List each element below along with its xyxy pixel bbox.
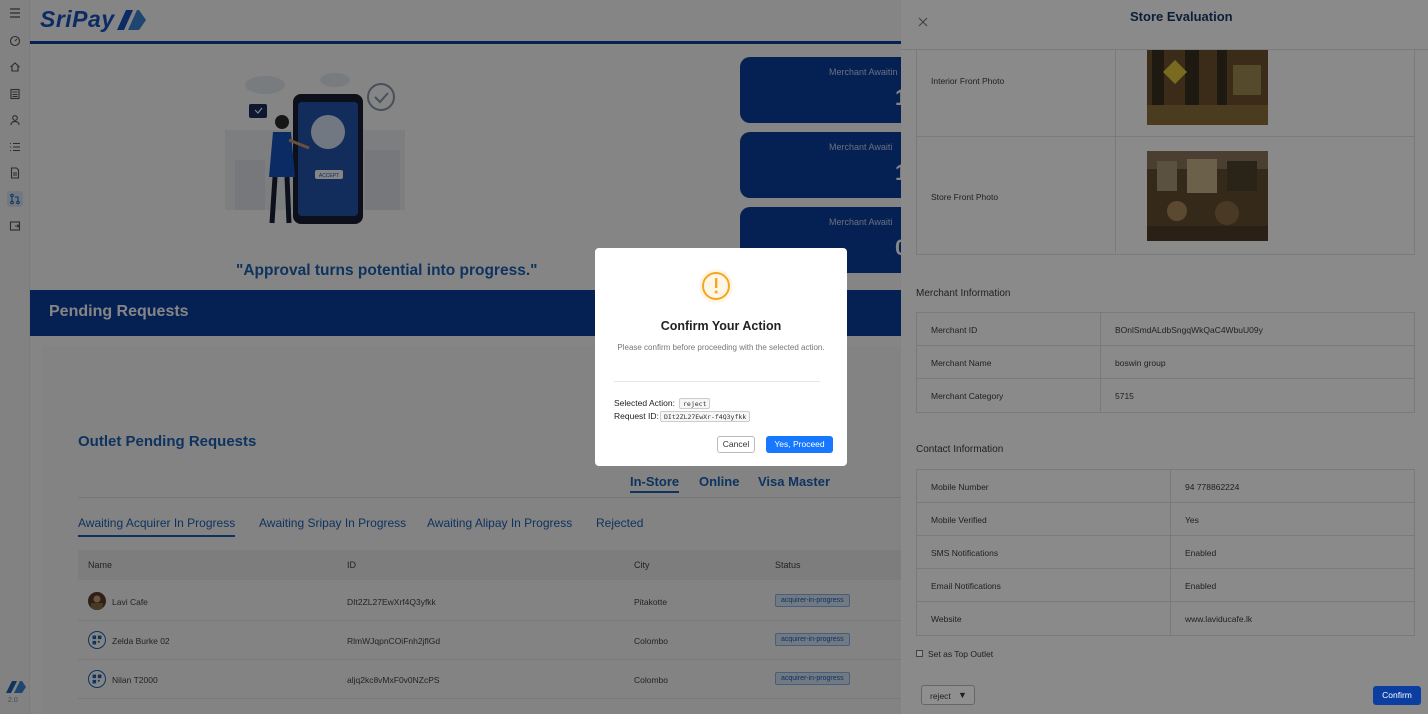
store-front-photo[interactable] [1147, 151, 1268, 241]
merchant-info-table: Merchant ID BOnlSmdALdbSngqWkQaC4WbuU09y… [916, 312, 1415, 413]
table-row: Merchant Name boswin group [917, 346, 1414, 379]
info-value: 5715 [1115, 391, 1134, 401]
info-value: boswin group [1115, 358, 1166, 368]
info-key: Merchant ID [931, 325, 978, 335]
website-link[interactable]: www.laviducafe.lk [1185, 614, 1252, 624]
drawer-header: Store Evaluation [901, 0, 1428, 50]
close-icon[interactable] [917, 16, 929, 28]
divider [614, 381, 820, 382]
request-id-value: DIt2ZL27EwXr-f4Q3yfkk [660, 411, 751, 422]
contact-info-table: Mobile Number 94 778862224 Mobile Verifi… [916, 469, 1415, 636]
photo-row: Store Front Photo [917, 137, 1414, 255]
top-outlet-checkbox[interactable] [916, 650, 923, 657]
confirm-modal: Confirm Your Action Please confirm befor… [595, 248, 847, 466]
modal-description: Please confirm before proceeding with th… [617, 343, 825, 352]
drawer-title: Store Evaluation [1130, 9, 1233, 24]
contact-section-title: Contact Information [916, 444, 1004, 455]
info-key: Email Notifications [931, 581, 1001, 591]
photo-label: Interior Front Photo [931, 76, 1005, 86]
action-select[interactable]: reject ▼ [921, 685, 975, 705]
action-select-value: reject [930, 691, 951, 701]
selected-action-value: reject [679, 398, 711, 409]
table-row: Mobile Number 94 778862224 [917, 470, 1414, 503]
selected-action-label: Selected Action: [614, 398, 675, 408]
info-key: SMS Notifications [931, 548, 999, 558]
info-value: BOnlSmdALdbSngqWkQaC4WbuU09y [1115, 325, 1263, 335]
info-key: Merchant Category [931, 391, 1004, 401]
caret-down-icon: ▼ [958, 690, 967, 700]
photo-row: Interior Front Photo [917, 50, 1414, 137]
info-value: 94 778862224 [1185, 482, 1240, 492]
top-outlet-label: Set as Top Outlet [928, 649, 994, 659]
merchant-section-title: Merchant Information [916, 288, 1011, 299]
info-value: Enabled [1185, 548, 1217, 558]
cancel-button[interactable]: Cancel [717, 436, 755, 453]
photo-label: Store Front Photo [931, 192, 999, 202]
store-evaluation-drawer: Store Evaluation Interior Front Photo St… [901, 0, 1428, 714]
info-key: Mobile Number [931, 482, 989, 492]
modal-title: Confirm Your Action [660, 319, 782, 333]
info-key: Website [931, 614, 962, 624]
table-row: Website www.laviducafe.lk [917, 602, 1414, 635]
table-row: Merchant ID BOnlSmdALdbSngqWkQaC4WbuU09y [917, 313, 1414, 346]
info-value: Enabled [1185, 581, 1217, 591]
info-key: Merchant Name [931, 358, 992, 368]
interior-photo[interactable] [1147, 50, 1268, 125]
table-row: Mobile Verified Yes [917, 503, 1414, 536]
info-value: Yes [1185, 515, 1199, 525]
info-key: Mobile Verified [931, 515, 987, 525]
table-row: SMS Notifications Enabled [917, 536, 1414, 569]
confirm-button[interactable]: Confirm [1373, 686, 1421, 705]
table-row: Merchant Category 5715 [917, 379, 1414, 412]
request-id-label: Request ID: [614, 411, 659, 421]
warning-icon [699, 269, 733, 303]
photo-group: Interior Front Photo Store Front Photo [916, 50, 1415, 255]
table-row: Email Notifications Enabled [917, 569, 1414, 602]
proceed-button[interactable]: Yes, Proceed [766, 436, 833, 453]
